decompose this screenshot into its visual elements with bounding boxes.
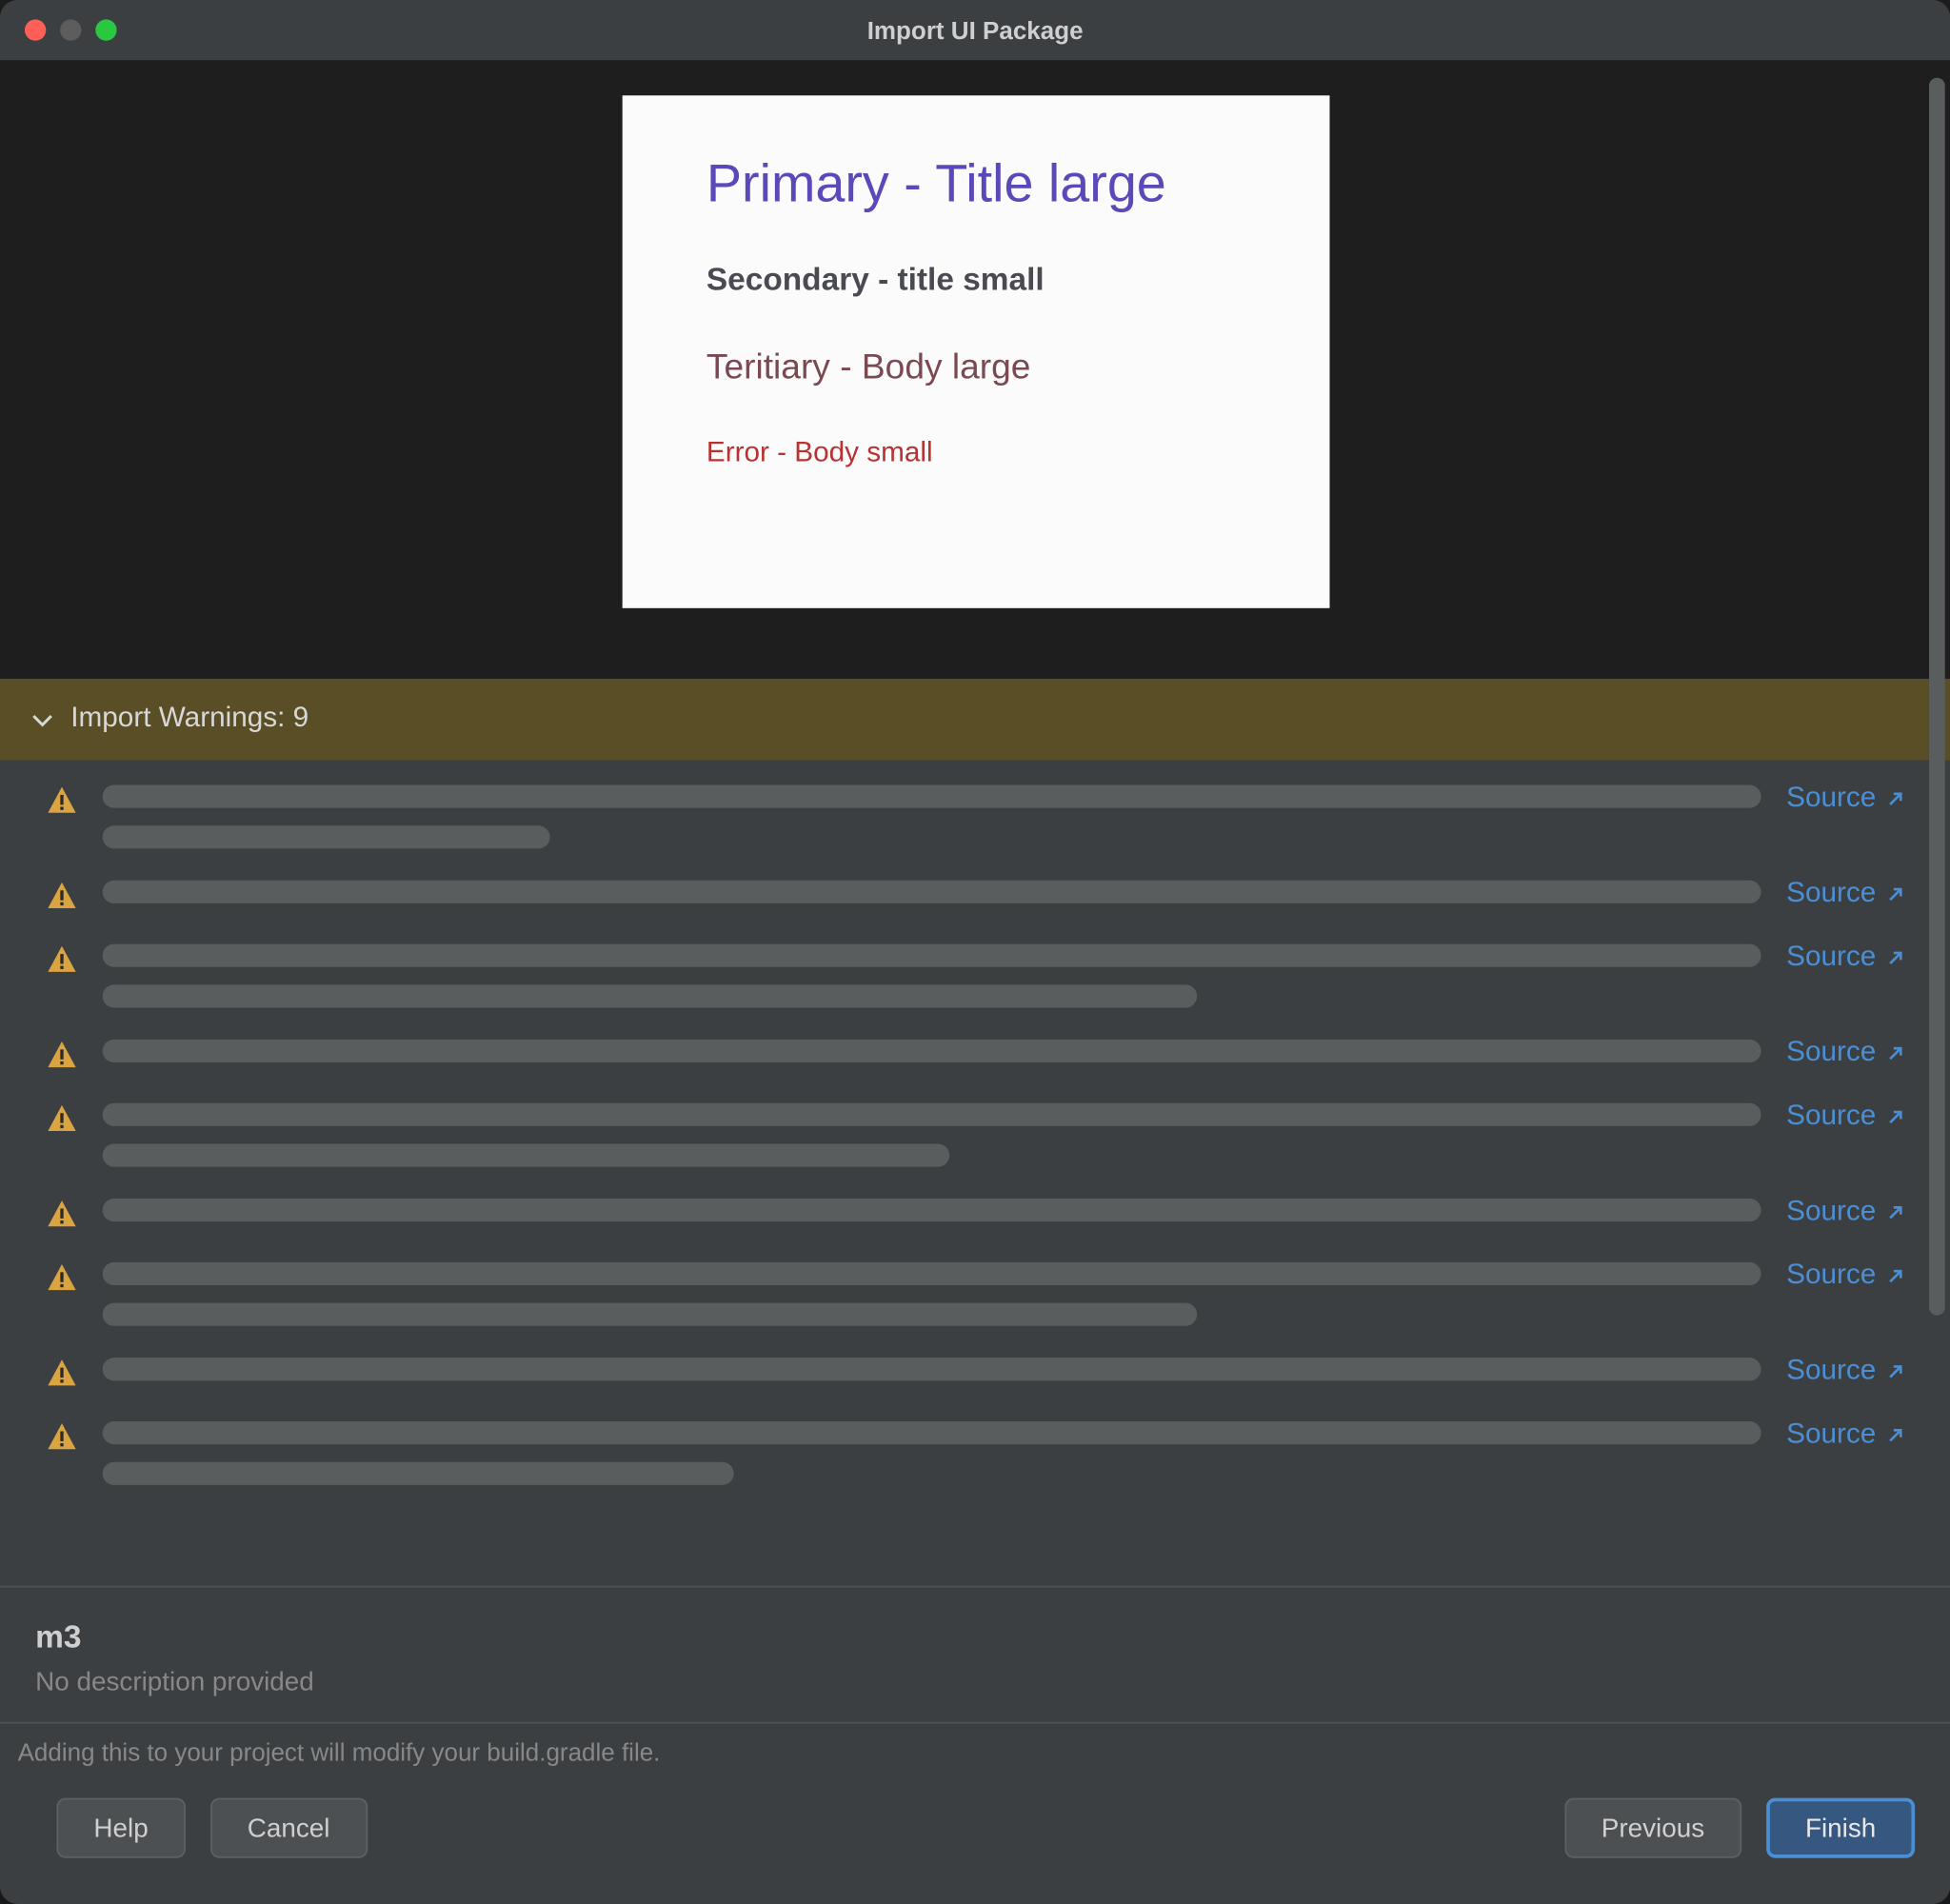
gradle-note: Adding this to your project will modify … bbox=[18, 1737, 1916, 1766]
dialog-content: Primary - Title large Secondary - title … bbox=[0, 60, 1950, 1904]
external-link-icon bbox=[1886, 1267, 1904, 1285]
warning-row: Source bbox=[46, 785, 1904, 849]
source-link[interactable]: Source bbox=[1786, 1419, 1904, 1451]
warning-text bbox=[103, 1421, 1761, 1485]
preview-text-error: Error - Body small bbox=[706, 439, 1244, 470]
warning-icon bbox=[46, 785, 77, 817]
warning-icon bbox=[46, 1103, 77, 1135]
source-link-label: Source bbox=[1786, 879, 1876, 910]
titlebar: Import UI Package bbox=[0, 0, 1950, 60]
redacted-text-line bbox=[103, 825, 550, 848]
warning-row: Source bbox=[46, 944, 1904, 1008]
external-link-icon bbox=[1886, 1427, 1904, 1445]
redacted-text-line bbox=[103, 881, 1761, 903]
source-link-label: Source bbox=[1786, 783, 1876, 815]
preview-text-primary: Primary - Title large bbox=[706, 155, 1244, 215]
source-link[interactable]: Source bbox=[1786, 1356, 1904, 1387]
previous-button[interactable]: Previous bbox=[1564, 1798, 1741, 1858]
warning-icon bbox=[46, 881, 77, 912]
dialog-footer: Adding this to your project will modify … bbox=[0, 1722, 1950, 1904]
warnings-section-header[interactable]: Import Warnings: 9 bbox=[0, 679, 1950, 760]
warning-text bbox=[103, 944, 1761, 1008]
source-link-label: Source bbox=[1786, 1419, 1876, 1451]
warning-text bbox=[103, 1040, 1761, 1062]
preview-pane: Primary - Title large Secondary - title … bbox=[0, 60, 1950, 679]
source-link[interactable]: Source bbox=[1786, 1038, 1904, 1069]
source-link-label: Source bbox=[1786, 1260, 1876, 1292]
preview-text-secondary: Secondary - title small bbox=[706, 262, 1244, 299]
warning-icon bbox=[46, 1199, 77, 1230]
window-close-button[interactable] bbox=[25, 19, 46, 40]
warnings-header-label: Import Warnings: 9 bbox=[70, 704, 308, 735]
external-link-icon bbox=[1886, 1363, 1904, 1381]
redacted-text-line bbox=[103, 984, 1198, 1007]
import-dialog: Import UI Package Primary - Title large … bbox=[0, 0, 1950, 1904]
warning-icon bbox=[46, 944, 77, 976]
external-link-icon bbox=[1886, 1204, 1904, 1222]
package-name: m3 bbox=[35, 1619, 1915, 1656]
package-description: No description provided bbox=[35, 1667, 1915, 1697]
warnings-list: Source Source Source Source Source Source Sour… bbox=[0, 761, 1950, 1586]
redacted-text-line bbox=[103, 785, 1761, 808]
preview-text-tertiary: Teritiary - Body large bbox=[706, 348, 1244, 389]
chevron-down-icon bbox=[31, 709, 52, 730]
warning-row: Source bbox=[46, 1421, 1904, 1485]
warning-text bbox=[103, 1358, 1761, 1380]
source-link[interactable]: Source bbox=[1786, 1260, 1904, 1292]
external-link-icon bbox=[1886, 885, 1904, 903]
redacted-text-line bbox=[103, 1262, 1761, 1285]
warning-text bbox=[103, 785, 1761, 849]
warning-icon bbox=[46, 1040, 77, 1071]
warning-text bbox=[103, 1103, 1761, 1167]
redacted-text-line bbox=[103, 1421, 1761, 1444]
redacted-text-line bbox=[103, 944, 1761, 967]
package-meta: m3 No description provided bbox=[0, 1586, 1950, 1722]
source-link-label: Source bbox=[1786, 1197, 1876, 1228]
warning-row: Source bbox=[46, 1103, 1904, 1167]
source-link-label: Source bbox=[1786, 1038, 1876, 1069]
source-link-label: Source bbox=[1786, 1101, 1876, 1133]
window-minimize-button[interactable] bbox=[60, 19, 81, 40]
warning-text bbox=[103, 881, 1761, 903]
source-link[interactable]: Source bbox=[1786, 942, 1904, 974]
source-link[interactable]: Source bbox=[1786, 1197, 1904, 1228]
redacted-text-line bbox=[103, 1462, 733, 1485]
source-link[interactable]: Source bbox=[1786, 783, 1904, 815]
redacted-text-line bbox=[103, 1303, 1198, 1326]
redacted-text-line bbox=[103, 1358, 1761, 1380]
warning-row: Source bbox=[46, 1199, 1904, 1230]
warning-icon bbox=[46, 1421, 77, 1453]
window-controls bbox=[25, 19, 117, 40]
warning-row: Source bbox=[46, 881, 1904, 912]
redacted-text-line bbox=[103, 1199, 1761, 1221]
external-link-icon bbox=[1886, 1044, 1904, 1062]
scrollbar[interactable] bbox=[1929, 78, 1945, 1316]
external-link-icon bbox=[1886, 949, 1904, 967]
redacted-text-line bbox=[103, 1040, 1761, 1062]
source-link-label: Source bbox=[1786, 942, 1876, 974]
preview-card: Primary - Title large Secondary - title … bbox=[622, 95, 1329, 608]
dialog-title: Import UI Package bbox=[0, 16, 1950, 45]
warning-icon bbox=[46, 1262, 77, 1294]
external-link-icon bbox=[1886, 1108, 1904, 1126]
redacted-text-line bbox=[103, 1103, 1761, 1126]
window-maximize-button[interactable] bbox=[95, 19, 116, 40]
source-link-label: Source bbox=[1786, 1356, 1876, 1387]
button-row: Help Cancel Previous Finish bbox=[18, 1798, 1916, 1858]
warning-row: Source bbox=[46, 1040, 1904, 1071]
help-button[interactable]: Help bbox=[56, 1798, 185, 1858]
external-link-icon bbox=[1886, 790, 1904, 808]
warning-text bbox=[103, 1199, 1761, 1221]
source-link[interactable]: Source bbox=[1786, 879, 1904, 910]
warning-row: Source bbox=[46, 1358, 1904, 1389]
finish-button[interactable]: Finish bbox=[1766, 1798, 1915, 1858]
redacted-text-line bbox=[103, 1143, 949, 1166]
source-link[interactable]: Source bbox=[1786, 1101, 1904, 1133]
warning-text bbox=[103, 1262, 1761, 1326]
cancel-button[interactable]: Cancel bbox=[210, 1798, 368, 1858]
warning-row: Source bbox=[46, 1262, 1904, 1326]
warning-icon bbox=[46, 1358, 77, 1389]
